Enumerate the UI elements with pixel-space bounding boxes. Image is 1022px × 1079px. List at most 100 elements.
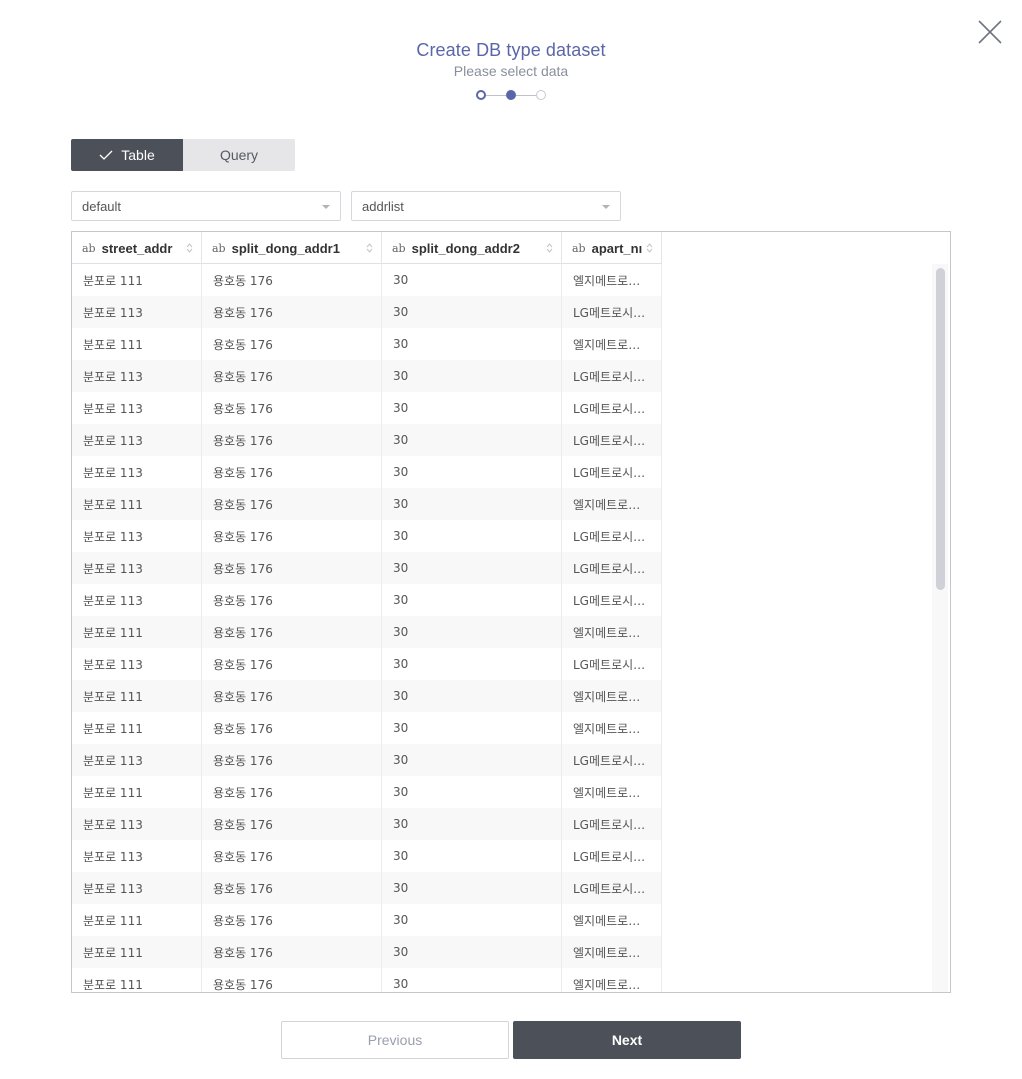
cell-apart-name: 엘지메트로… xyxy=(562,936,662,968)
cell-street-addr: 분포로 113 xyxy=(72,744,202,776)
sort-icon[interactable] xyxy=(646,242,653,254)
cell-split-dong-addr1: 용호동 176 xyxy=(202,264,382,296)
table-row[interactable]: 분포로 113 용호동 176 30 LG메트로시… xyxy=(72,808,662,840)
cell-street-addr: 분포로 113 xyxy=(72,584,202,616)
cell-apart-name: LG메트로시… xyxy=(562,392,662,424)
sort-icon[interactable] xyxy=(546,242,553,254)
previous-button[interactable]: Previous xyxy=(281,1021,509,1059)
check-icon xyxy=(99,150,113,160)
cell-apart-name: LG메트로시… xyxy=(562,456,662,488)
cell-split-dong-addr2: 30 xyxy=(382,488,562,520)
dialog-title: Create DB type dataset xyxy=(416,40,606,60)
table-row[interactable]: 분포로 113 용호동 176 30 LG메트로시… xyxy=(72,872,662,904)
cell-street-addr: 분포로 111 xyxy=(72,616,202,648)
table-row[interactable]: 분포로 111 용호동 176 30 엘지메트로… xyxy=(72,712,662,744)
cell-apart-name: 엘지메트로… xyxy=(562,776,662,808)
column-header-split-dong-addr1[interactable]: ab split_dong_addr1 xyxy=(202,232,382,264)
cell-split-dong-addr2: 30 xyxy=(382,648,562,680)
table-row[interactable]: 분포로 113 용호동 176 30 LG메트로시… xyxy=(72,744,662,776)
table-row[interactable]: 분포로 113 용호동 176 30 LG메트로시… xyxy=(72,552,662,584)
table-mode-label: Table xyxy=(121,147,155,163)
cell-apart-name: LG메트로시… xyxy=(562,808,662,840)
table-mode-button[interactable]: Table xyxy=(71,139,183,171)
table-row[interactable]: 분포로 111 용호동 176 30 엘지메트로… xyxy=(72,328,662,360)
table-row[interactable]: 분포로 111 용호동 176 30 엘지메트로… xyxy=(72,904,662,936)
table-row[interactable]: 분포로 113 용호동 176 30 LG메트로시… xyxy=(72,392,662,424)
cell-split-dong-addr1: 용호동 176 xyxy=(202,520,382,552)
dialog-subtitle: Please select data xyxy=(453,63,569,79)
cell-split-dong-addr1: 용호동 176 xyxy=(202,904,382,936)
database-select[interactable]: default xyxy=(71,191,341,221)
cell-split-dong-addr2: 30 xyxy=(382,424,562,456)
column-header-split-dong-addr2[interactable]: ab split_dong_addr2 xyxy=(382,232,562,264)
cell-split-dong-addr1: 용호동 176 xyxy=(202,840,382,872)
cell-street-addr: 분포로 113 xyxy=(72,424,202,456)
cell-street-addr: 분포로 113 xyxy=(72,392,202,424)
cell-apart-name: 엘지메트로… xyxy=(562,904,662,936)
cell-split-dong-addr1: 용호동 176 xyxy=(202,392,382,424)
query-mode-button[interactable]: Query xyxy=(183,139,295,171)
cell-apart-name: LG메트로시… xyxy=(562,360,662,392)
cell-split-dong-addr1: 용호동 176 xyxy=(202,584,382,616)
step-indicator xyxy=(476,89,548,101)
table-row[interactable]: 분포로 113 용호동 176 30 LG메트로시… xyxy=(72,520,662,552)
cell-street-addr: 분포로 111 xyxy=(72,936,202,968)
table-row[interactable]: 분포로 111 용호동 176 30 엘지메트로… xyxy=(72,968,662,992)
cell-split-dong-addr1: 용호동 176 xyxy=(202,616,382,648)
table-row[interactable]: 분포로 111 용호동 176 30 엘지메트로… xyxy=(72,488,662,520)
column-header-apart-name[interactable]: ab apart_nı xyxy=(562,232,662,264)
cell-split-dong-addr1: 용호동 176 xyxy=(202,648,382,680)
cell-apart-name: 엘지메트로… xyxy=(562,616,662,648)
cell-split-dong-addr2: 30 xyxy=(382,904,562,936)
table-row[interactable]: 분포로 113 용호동 176 30 LG메트로시… xyxy=(72,840,662,872)
table-row[interactable]: 분포로 111 용호동 176 30 엘지메트로… xyxy=(72,680,662,712)
table-row[interactable]: 분포로 113 용호동 176 30 LG메트로시… xyxy=(72,456,662,488)
cell-split-dong-addr1: 용호동 176 xyxy=(202,808,382,840)
scrollbar-thumb[interactable] xyxy=(936,268,945,590)
table-select[interactable]: addrlist xyxy=(351,191,621,221)
query-mode-label: Query xyxy=(219,147,259,163)
cell-street-addr: 분포로 111 xyxy=(72,712,202,744)
table-row[interactable]: 분포로 111 용호동 176 30 엘지메트로… xyxy=(72,936,662,968)
cell-street-addr: 분포로 111 xyxy=(72,264,202,296)
vertical-scrollbar[interactable] xyxy=(932,264,948,992)
cell-split-dong-addr2: 30 xyxy=(382,392,562,424)
cell-apart-name: LG메트로시… xyxy=(562,648,662,680)
cell-apart-name: LG메트로시… xyxy=(562,296,662,328)
cell-split-dong-addr1: 용호동 176 xyxy=(202,712,382,744)
step-2-current xyxy=(506,90,516,100)
cell-street-addr: 분포로 113 xyxy=(72,808,202,840)
table-row[interactable]: 분포로 113 용호동 176 30 LG메트로시… xyxy=(72,424,662,456)
cell-apart-name: 엘지메트로… xyxy=(562,488,662,520)
cell-split-dong-addr2: 30 xyxy=(382,840,562,872)
next-button[interactable]: Next xyxy=(513,1021,741,1059)
cell-street-addr: 분포로 113 xyxy=(72,840,202,872)
cell-split-dong-addr1: 용호동 176 xyxy=(202,328,382,360)
table-row[interactable]: 분포로 111 용호동 176 30 엘지메트로… xyxy=(72,776,662,808)
cell-street-addr: 분포로 113 xyxy=(72,552,202,584)
cell-split-dong-addr2: 30 xyxy=(382,808,562,840)
chevron-down-icon xyxy=(602,205,610,209)
cell-street-addr: 분포로 113 xyxy=(72,648,202,680)
cell-street-addr: 분포로 113 xyxy=(72,872,202,904)
cell-split-dong-addr2: 30 xyxy=(382,872,562,904)
cell-apart-name: LG메트로시… xyxy=(562,520,662,552)
grid-body: 분포로 111 용호동 176 30 엘지메트로… 분포로 113 용호동 176 30 LG… xyxy=(72,264,662,992)
sort-icon[interactable] xyxy=(366,242,373,254)
sort-icon[interactable] xyxy=(186,242,193,254)
cell-apart-name: LG메트로시… xyxy=(562,584,662,616)
table-row[interactable]: 분포로 111 용호동 176 30 엘지메트로… xyxy=(72,616,662,648)
table-row[interactable]: 분포로 113 용호동 176 30 LG메트로시… xyxy=(72,584,662,616)
cell-split-dong-addr2: 30 xyxy=(382,456,562,488)
table-row[interactable]: 분포로 111 용호동 176 30 엘지메트로… xyxy=(72,264,662,296)
database-select-value: default xyxy=(82,198,122,214)
cell-split-dong-addr2: 30 xyxy=(382,328,562,360)
cell-apart-name: LG메트로시… xyxy=(562,840,662,872)
table-row[interactable]: 분포로 113 용호동 176 30 LG메트로시… xyxy=(72,296,662,328)
table-row[interactable]: 분포로 113 용호동 176 30 LG메트로시… xyxy=(72,360,662,392)
mode-toggle: Table Query xyxy=(71,139,295,171)
cell-split-dong-addr2: 30 xyxy=(382,520,562,552)
table-row[interactable]: 분포로 113 용호동 176 30 LG메트로시… xyxy=(72,648,662,680)
cell-apart-name: 엘지메트로… xyxy=(562,680,662,712)
column-header-street-addr[interactable]: ab street_addr xyxy=(72,232,202,264)
